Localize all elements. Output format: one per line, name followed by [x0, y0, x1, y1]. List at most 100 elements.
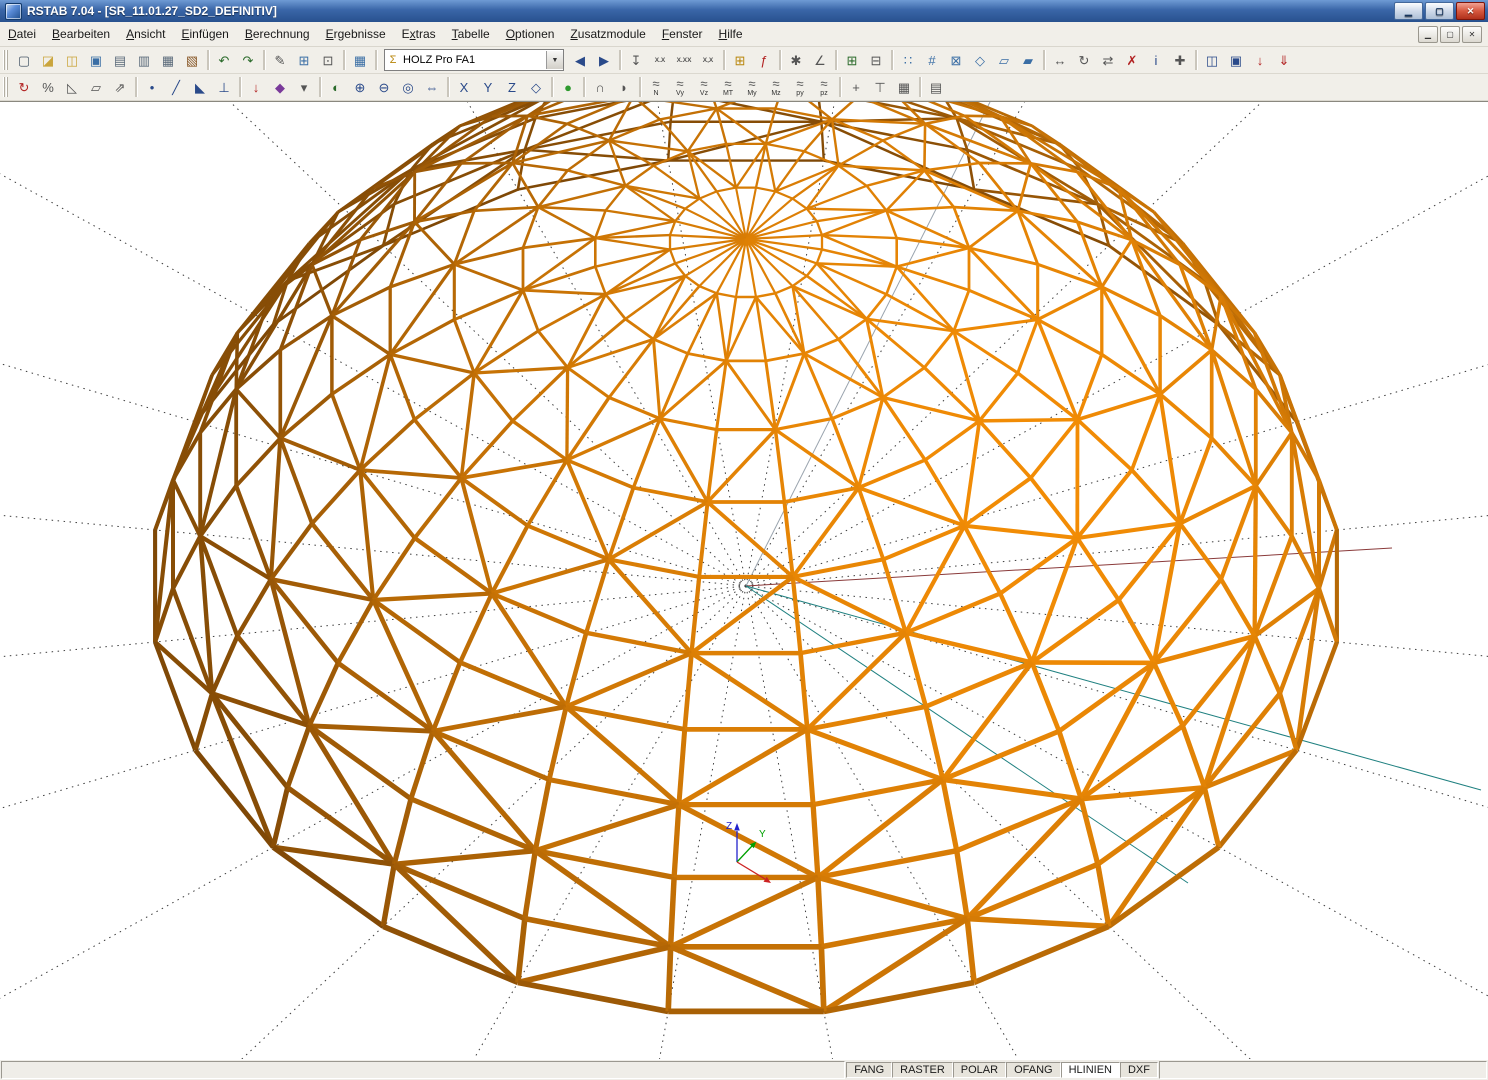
window-tile-icon[interactable]: ▣ [1224, 48, 1248, 72]
new-set-icon[interactable]: ◣ [188, 75, 212, 99]
result-mt-icon[interactable]: ≈ MT [716, 75, 740, 99]
new-member-icon[interactable]: ╱ [164, 75, 188, 99]
decimal-places-icon[interactable]: X.X [648, 48, 672, 72]
plane-xy-icon[interactable]: ▱ [992, 48, 1016, 72]
table-settings-icon[interactable]: ⊟ [864, 48, 888, 72]
move-down-icon[interactable]: ↧ [624, 48, 648, 72]
result-vy-icon[interactable]: ≈ Vy [668, 75, 692, 99]
menu-optionen[interactable]: Optionen [498, 23, 563, 45]
loadcase-combobox[interactable]: Σ HOLZ Pro FA1 ▼ [384, 49, 564, 71]
menu-zusatzmodule[interactable]: Zusatzmodule [562, 23, 653, 45]
generator-menu-icon[interactable]: ▾ [292, 75, 316, 99]
view-y-icon[interactable]: Y [476, 75, 500, 99]
render-mode-icon[interactable]: ◐ [324, 75, 348, 99]
loadcase-dropdown-button[interactable]: ▼ [546, 51, 563, 69]
new-file-icon[interactable]: ▢ [12, 48, 36, 72]
result-n-icon[interactable]: ≈ N [644, 75, 668, 99]
visibility-icon[interactable]: ● [556, 75, 580, 99]
shear-icon[interactable]: ▱ [84, 75, 108, 99]
undo-icon[interactable]: ↶ [212, 48, 236, 72]
control-panel-icon[interactable]: ▤ [924, 75, 948, 99]
menu-fenster[interactable]: Fenster [654, 23, 711, 45]
dome-model[interactable] [152, 102, 1340, 1015]
numbering-icon[interactable]: ▦ [892, 75, 916, 99]
result-mz-icon[interactable]: ≈ Mz [764, 75, 788, 99]
mdi-restore-button[interactable]: ▢ [1440, 25, 1460, 43]
close-button[interactable]: ✕ [1456, 2, 1485, 20]
menu-hilfe[interactable]: Hilfe [711, 23, 751, 45]
toolbar-grip[interactable] [3, 50, 9, 70]
generator-icon[interactable]: ◆ [268, 75, 292, 99]
minimize-button[interactable]: ▁ [1394, 2, 1423, 20]
result-py-icon[interactable]: ≈ py [788, 75, 812, 99]
rotate-icon[interactable]: ↻ [1072, 48, 1096, 72]
status-toggle-ofang[interactable]: OFANG [1006, 1062, 1061, 1078]
pan-icon[interactable]: ⇔ [420, 75, 444, 99]
zoom-out-icon[interactable]: ⊖ [372, 75, 396, 99]
menu-tabelle[interactable]: Tabelle [444, 23, 498, 45]
info-icon[interactable]: i [1144, 48, 1168, 72]
new-load-icon[interactable]: ↓ [244, 75, 268, 99]
clipping-icon[interactable]: ◗ [612, 75, 636, 99]
status-toggle-hlinien[interactable]: HLINIEN [1060, 1062, 1120, 1078]
delete-icon[interactable]: ✗ [1120, 48, 1144, 72]
viewport-canvas[interactable]: ZY [0, 101, 1488, 1064]
print-icon[interactable]: ▤ [108, 48, 132, 72]
new-node-icon[interactable]: • [140, 75, 164, 99]
zoom-window-icon[interactable]: ⊕ [348, 75, 372, 99]
view-z-icon[interactable]: Z [500, 75, 524, 99]
export-pdf-icon[interactable]: ↓ [1248, 48, 1272, 72]
guidelines-icon[interactable]: # [920, 48, 944, 72]
mirror-icon[interactable]: ⇄ [1096, 48, 1120, 72]
new-table-icon[interactable]: ⊞ [840, 48, 864, 72]
move-icon[interactable]: ↔ [1048, 48, 1072, 72]
calculator-icon[interactable]: ⊞ [728, 48, 752, 72]
result-vz-icon[interactable]: ≈ Vz [692, 75, 716, 99]
calculate-all-icon[interactable]: ƒ [752, 48, 776, 72]
table-icon[interactable]: ▦ [348, 48, 372, 72]
new-support-icon[interactable]: ⊥ [212, 75, 236, 99]
menu-einfügen[interactable]: Einfügen [173, 23, 236, 45]
open-project-icon[interactable]: ◫ [60, 48, 84, 72]
next-loadcase-icon[interactable]: ▶ [592, 48, 616, 72]
report-icon[interactable]: ▧ [180, 48, 204, 72]
project-navigator-icon[interactable]: ◫ [1200, 48, 1224, 72]
decimal-places-2-icon[interactable]: X.XX [672, 48, 696, 72]
status-toggle-raster[interactable]: RASTER [892, 1062, 953, 1078]
menu-extras[interactable]: Extras [394, 23, 444, 45]
toolbar-grip-2[interactable] [3, 77, 9, 97]
releases-icon[interactable]: ⊤ [868, 75, 892, 99]
workplane-icon[interactable]: ◇ [968, 48, 992, 72]
print-report-icon[interactable]: ⇓ [1272, 48, 1296, 72]
tools-icon[interactable]: ✱ [784, 48, 808, 72]
menu-bearbeiten[interactable]: Bearbeiten [44, 23, 118, 45]
previous-loadcase-icon[interactable]: ◀ [568, 48, 592, 72]
redo-icon[interactable]: ↷ [236, 48, 260, 72]
view-x-icon[interactable]: X [452, 75, 476, 99]
plane-xz-icon[interactable]: ▰ [1016, 48, 1040, 72]
status-toggle-dxf[interactable]: DXF [1119, 1062, 1158, 1078]
scale-icon[interactable]: ◺ [60, 75, 84, 99]
mdi-minimize-button[interactable]: ▁ [1418, 25, 1438, 43]
grid-icon[interactable]: ∷ [896, 48, 920, 72]
save-icon[interactable]: ▣ [84, 48, 108, 72]
units-icon[interactable]: X,X [696, 48, 720, 72]
settings-icon[interactable]: ✚ [1168, 48, 1192, 72]
page-setup-icon[interactable]: ▦ [156, 48, 180, 72]
status-toggle-polar[interactable]: POLAR [952, 1062, 1007, 1078]
status-toggle-fang[interactable]: FANG [846, 1062, 893, 1078]
snap-icon[interactable]: ⊠ [944, 48, 968, 72]
result-pz-icon[interactable]: ≈ pz [812, 75, 836, 99]
new-window-icon[interactable]: ⊞ [292, 48, 316, 72]
print-preview-icon[interactable]: ▥ [132, 48, 156, 72]
measure-icon[interactable]: ∠ [808, 48, 832, 72]
section-icon[interactable]: ∩ [588, 75, 612, 99]
maximize-button[interactable]: ▢ [1425, 2, 1454, 20]
result-my-icon[interactable]: ≈ My [740, 75, 764, 99]
menu-berechnung[interactable]: Berechnung [237, 23, 318, 45]
percent-icon[interactable]: % [36, 75, 60, 99]
stretch-icon[interactable]: ⇗ [108, 75, 132, 99]
open-file-icon[interactable]: ◪ [36, 48, 60, 72]
menu-datei[interactable]: Datei [0, 23, 44, 45]
local-axes-icon[interactable]: + [844, 75, 868, 99]
